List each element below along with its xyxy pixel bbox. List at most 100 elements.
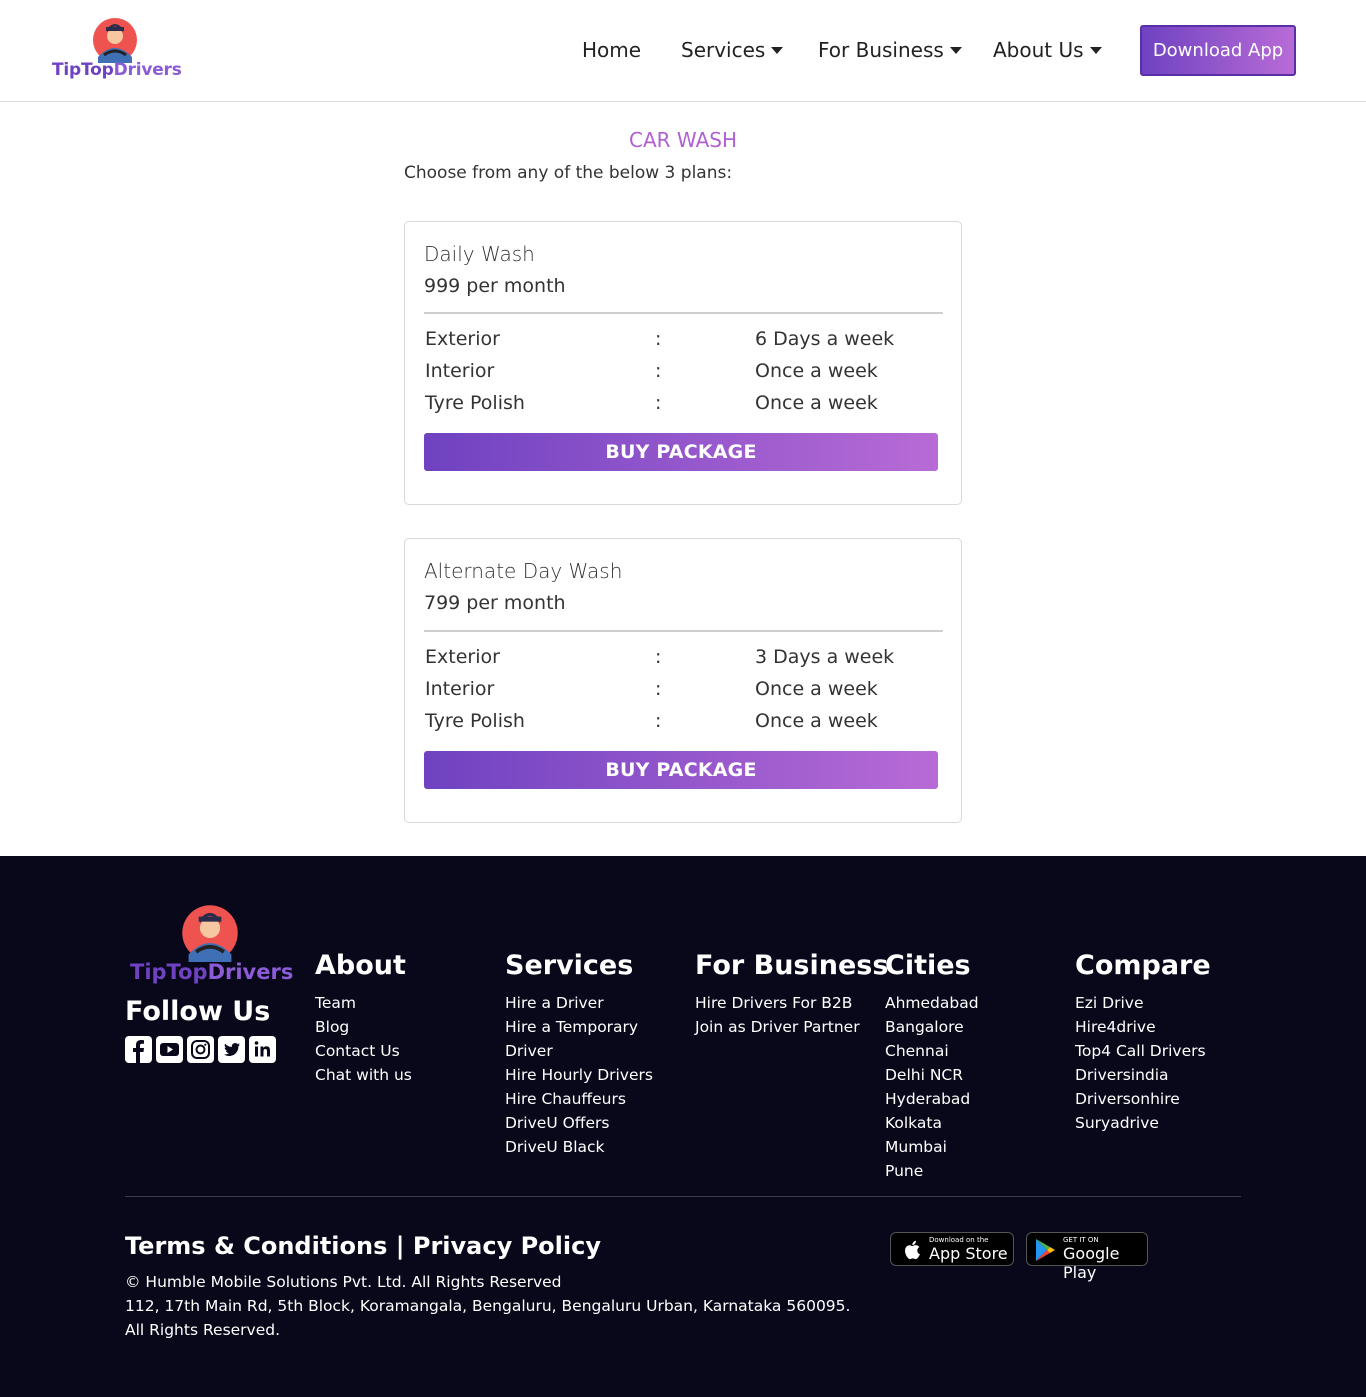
nav-about-us-label: About Us: [993, 38, 1084, 62]
feature-value: 3 Days a week: [755, 646, 895, 668]
footer-divider: [125, 1196, 1241, 1197]
feature-value: Once a week: [755, 392, 878, 414]
copyright-text: © Humble Mobile Solutions Pvt. Ltd. All …: [125, 1273, 562, 1291]
instagram-icon[interactable]: [187, 1036, 214, 1063]
feature-label: Interior: [425, 678, 495, 700]
google-play-badge[interactable]: GET IT ON Google Play: [1026, 1232, 1148, 1282]
footer-link[interactable]: Hire a Temporary: [505, 1015, 653, 1039]
footer-column-cities: Cities Ahmedabad Bangalore Chennai Delhi…: [885, 950, 979, 1183]
footer-link[interactable]: Join as Driver Partner: [695, 1015, 888, 1039]
footer-link[interactable]: Delhi NCR: [885, 1063, 979, 1087]
twitter-icon[interactable]: [218, 1036, 245, 1063]
feature-row: Interior : Once a week: [425, 678, 945, 708]
footer-column-services: Services Hire a Driver Hire a Temporary …: [505, 950, 653, 1159]
footer-link[interactable]: Suryadrive: [1075, 1111, 1211, 1135]
nav-about-us[interactable]: About Us: [993, 38, 1102, 62]
site-footer: TipTopDrivers Follow Us About Team Blog …: [0, 856, 1366, 1397]
site-header: TipTopDrivers Home Services For Business…: [0, 0, 1366, 102]
feature-row: Exterior : 3 Days a week: [425, 646, 945, 676]
footer-link[interactable]: Driversindia: [1075, 1063, 1211, 1087]
feature-separator: :: [655, 678, 662, 700]
footer-link[interactable]: Top4 Call Drivers: [1075, 1039, 1211, 1063]
app-store-badge[interactable]: Download on the App Store: [890, 1232, 1014, 1266]
download-app-button[interactable]: Download App: [1140, 25, 1296, 76]
footer-logo[interactable]: TipTopDrivers: [130, 904, 293, 984]
nav-services-label: Services: [681, 38, 766, 62]
download-app-label: Download App: [1152, 40, 1284, 61]
feature-row: Interior : Once a week: [425, 360, 945, 390]
google-play-icon: [1036, 1239, 1055, 1261]
footer-link[interactable]: Hyderabad: [885, 1087, 979, 1111]
feature-separator: :: [655, 328, 662, 350]
buy-package-button[interactable]: BUY PACKAGE: [424, 433, 938, 471]
plan-price: 999 per month: [424, 275, 566, 297]
app-store-big-text: App Store: [929, 1244, 1008, 1263]
plan-card-daily-wash: Daily Wash 999 per month Exterior : 6 Da…: [404, 221, 962, 505]
footer-link[interactable]: Pune: [885, 1159, 979, 1183]
footer-link[interactable]: Contact Us: [315, 1039, 412, 1063]
caret-down-icon: [1089, 47, 1102, 54]
footer-link[interactable]: Mumbai: [885, 1135, 979, 1159]
feature-label: Tyre Polish: [425, 710, 525, 732]
youtube-icon[interactable]: [156, 1036, 183, 1063]
footer-link[interactable]: DriveU Offers: [505, 1111, 653, 1135]
driver-avatar-icon: [182, 905, 238, 962]
footer-heading-for-business: For Business: [695, 950, 889, 981]
nav-for-business-label: For Business: [818, 38, 944, 62]
nav-services[interactable]: Services: [681, 38, 784, 62]
nav-for-business[interactable]: For Business: [818, 38, 962, 62]
feature-label: Exterior: [425, 328, 500, 350]
address-text: 112, 17th Main Rd, 5th Block, Koramangal…: [125, 1297, 851, 1315]
feature-label: Exterior: [425, 646, 500, 668]
footer-link[interactable]: Blog: [315, 1015, 412, 1039]
plan-card-alternate-day-wash: Alternate Day Wash 799 per month Exterio…: [404, 538, 962, 823]
terms-link[interactable]: Terms & Conditions: [125, 1232, 387, 1260]
footer-link[interactable]: Kolkata: [885, 1111, 979, 1135]
footer-link[interactable]: Hire Drivers For B2B: [695, 991, 888, 1015]
apple-icon: [905, 1240, 920, 1260]
buy-package-button[interactable]: BUY PACKAGE: [424, 751, 938, 789]
footer-link[interactable]: Team: [315, 991, 412, 1015]
legal-separator: |: [395, 1232, 405, 1260]
feature-separator: :: [655, 360, 662, 382]
footer-copyright-block: © Humble Mobile Solutions Pvt. Ltd. All …: [125, 1270, 850, 1342]
logo-text-part1: TipTop: [130, 960, 208, 984]
footer-heading-services: Services: [505, 950, 634, 981]
feature-row: Tyre Polish : Once a week: [425, 392, 945, 422]
footer-link[interactable]: DriveU Black: [505, 1135, 653, 1159]
nav-home[interactable]: Home: [582, 38, 641, 62]
footer-link[interactable]: Hire Chauffeurs: [505, 1087, 653, 1111]
feature-row: Exterior : 6 Days a week: [425, 328, 945, 358]
feature-label: Interior: [425, 360, 495, 382]
footer-column-about: About Team Blog Contact Us Chat with us: [315, 950, 412, 1087]
privacy-link[interactable]: Privacy Policy: [413, 1232, 601, 1260]
footer-link[interactable]: Driver: [505, 1039, 653, 1063]
logo-text-part2: Drivers: [207, 960, 294, 984]
rights-text: All Rights Reserved.: [125, 1321, 281, 1339]
caret-down-icon: [771, 47, 784, 54]
footer-link[interactable]: Ahmedabad: [885, 991, 979, 1015]
feature-label: Tyre Polish: [425, 392, 525, 414]
page-title: CAR WASH: [629, 128, 737, 152]
footer-link[interactable]: Driversonhire: [1075, 1087, 1211, 1111]
footer-link[interactable]: Hire a Driver: [505, 991, 653, 1015]
feature-row: Tyre Polish : Once a week: [425, 710, 945, 740]
footer-link[interactable]: Hire4drive: [1075, 1015, 1211, 1039]
linkedin-icon[interactable]: [249, 1036, 276, 1063]
footer-column-for-business: For Business Hire Drivers For B2B Join a…: [695, 950, 888, 1039]
footer-heading-compare: Compare: [1075, 950, 1211, 981]
page-subtitle: Choose from any of the below 3 plans:: [404, 163, 733, 183]
feature-separator: :: [655, 392, 662, 414]
footer-heading-cities: Cities: [885, 950, 971, 981]
footer-link[interactable]: Ezi Drive: [1075, 991, 1211, 1015]
follow-us-heading: Follow Us: [125, 996, 271, 1027]
footer-link[interactable]: Chat with us: [315, 1063, 412, 1087]
feature-value: Once a week: [755, 678, 878, 700]
google-play-small-text: GET IT ON: [1063, 1236, 1099, 1244]
footer-link[interactable]: Bangalore: [885, 1015, 979, 1039]
footer-link[interactable]: Hire Hourly Drivers: [505, 1063, 653, 1087]
plan-price: 799 per month: [424, 592, 566, 614]
footer-link[interactable]: Chennai: [885, 1039, 979, 1063]
footer-heading-about: About: [315, 950, 406, 981]
facebook-icon[interactable]: [125, 1036, 152, 1063]
